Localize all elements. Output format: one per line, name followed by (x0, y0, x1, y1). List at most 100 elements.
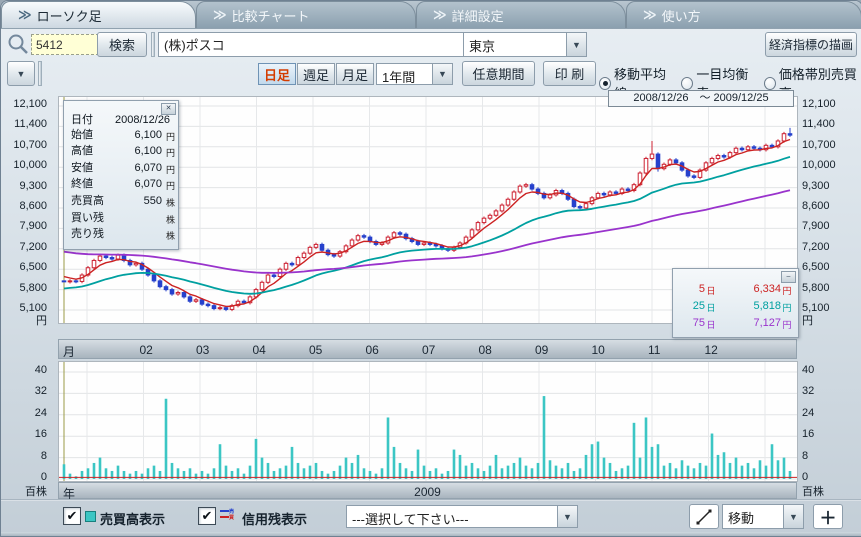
market-select[interactable]: 東京 ▼ (463, 32, 587, 57)
candle-body (212, 306, 216, 309)
volume-bar (651, 447, 654, 479)
period-button-1[interactable]: 週足 (297, 63, 335, 85)
volume-bar (567, 463, 570, 479)
search-button[interactable]: 検索 (97, 32, 147, 57)
indicator-select-value: ---選択して下さい--- (347, 506, 557, 527)
candle-body (626, 189, 630, 190)
legend-value: 6,334 (717, 282, 781, 299)
candle-body (116, 255, 120, 259)
volume-gridlines (59, 362, 797, 481)
volume-bar (747, 463, 750, 479)
tab-0[interactable]: ≫ローソク足 (1, 1, 196, 28)
volume-bar (243, 474, 246, 479)
volume-bar (327, 474, 330, 479)
trendline-button[interactable] (689, 504, 719, 529)
price-tick-label: 11,400 (802, 118, 835, 130)
ma-legend: – 5日6,334円25日5,818円75日7,127円 (672, 268, 799, 338)
volume-bar (537, 463, 540, 479)
legend-period: 75 (677, 316, 705, 333)
price-axis-left: 12,10011,40010,70010,0009,3008,6007,9007… (1, 96, 55, 336)
volume-bar (69, 474, 72, 479)
candle-body (170, 290, 174, 294)
volume-swatch-icon (85, 511, 96, 522)
volume-tick-label: 24 (802, 407, 814, 419)
stock-name-input[interactable] (158, 32, 466, 57)
dropdown-arrow-icon[interactable]: ▼ (566, 33, 586, 56)
period-button-2[interactable]: 月足 (336, 63, 374, 85)
tab-1[interactable]: ≫比較チャート (196, 1, 416, 28)
candle-body (134, 263, 138, 264)
print-button[interactable]: 印 刷 (543, 61, 596, 86)
legend-minimize-button[interactable]: – (781, 271, 796, 283)
volume-bar (657, 444, 660, 479)
candle-body (548, 195, 552, 198)
crosshair-button[interactable]: ＋ (813, 504, 843, 529)
candle-body (62, 281, 66, 282)
tab-2[interactable]: ≫詳細設定 (416, 1, 626, 28)
range-select-value: 1年間 (377, 64, 432, 84)
tooltip-row: 終値6,070円 (64, 177, 178, 194)
credit-lines-icon: 売 買 (220, 509, 233, 521)
tooltip-unit: 円 (162, 161, 175, 178)
candle-body (356, 236, 360, 240)
candle-body (68, 281, 72, 282)
volume-tick-label: 32 (802, 385, 814, 397)
volume-bar (399, 463, 402, 479)
volume-tick-label: 16 (802, 428, 814, 440)
volume-bar (441, 474, 444, 479)
indicator-select[interactable]: ---選択して下さい--- ▼ (346, 505, 578, 528)
period-button-0[interactable]: 日足 (258, 63, 296, 85)
candle-body (722, 156, 726, 157)
volume-bar (297, 463, 300, 479)
credit-display-label: 信用残表示 (242, 509, 307, 528)
tab-3[interactable]: ≫使い方 (626, 1, 861, 28)
month-label: 07 (422, 343, 435, 357)
volume-bar (597, 442, 600, 479)
volume-tick-label: 40 (802, 364, 814, 376)
volume-unit-label: 百株 (25, 483, 47, 499)
volume-plot[interactable] (58, 361, 798, 482)
volume-tick-label: 32 (35, 385, 47, 397)
volume-bar (645, 417, 648, 479)
stock-code-input[interactable] (31, 34, 99, 55)
candle-body (482, 218, 486, 222)
volume-bar (351, 463, 354, 479)
volume-display-checkbox[interactable]: ✔ (63, 507, 81, 525)
volume-bar (63, 464, 66, 479)
custom-period-button[interactable]: 任意期間 (462, 61, 535, 86)
search-icon (6, 32, 30, 56)
candle-body (788, 134, 792, 135)
candle-body (500, 205, 504, 211)
tool-mode-select[interactable]: 移動 ▼ (722, 504, 804, 529)
month-label: 12 (705, 343, 718, 357)
price-tick-label: 7,200 (802, 241, 830, 253)
dropdown-arrow-icon[interactable]: ▼ (432, 64, 452, 84)
chart-dropdown-button[interactable]: ▼ (7, 61, 35, 86)
candle-body (710, 158, 714, 162)
tooltip-close-button[interactable]: ✕ (161, 103, 176, 115)
candle-body (614, 192, 618, 193)
dropdown-arrow-icon[interactable]: ▼ (783, 505, 803, 528)
candle-body (512, 192, 516, 199)
tooltip-label: 日付 (71, 113, 115, 128)
economic-indicator-button[interactable]: 経済指標の描画 (765, 32, 857, 57)
tool-mode-value: 移動 (723, 505, 783, 528)
candle-body (470, 230, 474, 237)
price-tick-label: 10,700 (802, 139, 836, 151)
volume-bar (459, 455, 462, 479)
tooltip-unit: 円 (162, 144, 175, 161)
tab-label: ローソク足 (37, 6, 102, 25)
candle-body (164, 287, 168, 290)
volume-bar (267, 463, 270, 479)
volume-bar (681, 460, 684, 479)
credit-display-checkbox[interactable]: ✔ (198, 507, 216, 525)
volume-bar (453, 450, 456, 479)
price-tick-label: 10,000 (13, 159, 47, 171)
volume-bar (375, 474, 378, 479)
year-axis: 年 2009 (58, 482, 797, 499)
toolbar-divider (38, 61, 42, 86)
volume-bar (585, 455, 588, 479)
tab-label: 使い方 (662, 6, 701, 25)
dropdown-arrow-icon[interactable]: ▼ (557, 506, 577, 527)
range-select[interactable]: 1年間 ▼ (376, 63, 453, 85)
